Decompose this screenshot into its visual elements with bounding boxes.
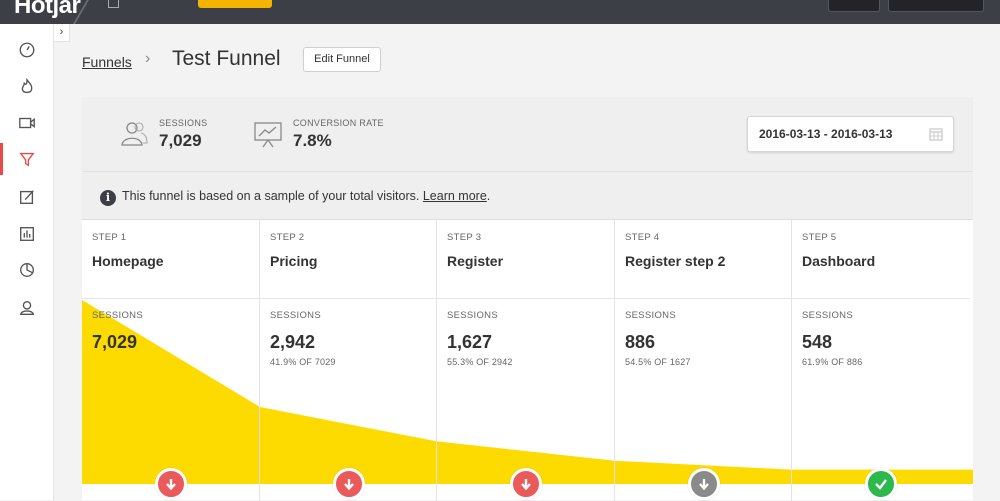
step-number: STEP 2 (270, 232, 305, 243)
arrow-down-icon[interactable] (332, 468, 365, 500)
conversion-label: CONVERSION RATE (293, 118, 384, 128)
sidebar-item-polls[interactable] (0, 252, 54, 288)
step-header: STEP 5 Dashboard (792, 220, 970, 299)
check-icon[interactable] (865, 468, 897, 500)
step-sessions-value: 548 (802, 332, 833, 352)
date-range-picker[interactable]: 2016-03-13 - 2016-03-13 (747, 116, 954, 152)
funnel-step[interactable]: STEP 2 Pricing SESSIONS 2,942 41.9% OF 7029 (260, 220, 437, 501)
arrow-down-icon[interactable] (155, 468, 187, 500)
edit-funnel-button[interactable]: Edit Funnel (303, 47, 381, 72)
sidebar-item-forms[interactable] (0, 179, 54, 215)
sample-notice: i This funnel is based on a sample of yo… (82, 171, 973, 219)
step-sessions-value: 1,627 (447, 332, 493, 352)
step-header: STEP 3 Register (437, 220, 614, 299)
step-sessions-value: 886 (625, 332, 656, 352)
date-range-text: 2016-03-13 - 2016-03-13 (759, 127, 893, 141)
step-sessions-label: SESSIONS (92, 310, 143, 321)
step-sessions-label: SESSIONS (625, 310, 676, 321)
site-selector[interactable] (108, 0, 125, 9)
stats-bar: SESSIONS 7,029 CONVERSION RATE 7.8% 2016… (82, 97, 973, 171)
presentation-chart-icon (254, 122, 282, 148)
funnel-steps: STEP 1 Homepage SESSIONS 7,029 STEP 2 Pricing… (82, 219, 973, 501)
step-name: Dashboard (802, 253, 876, 269)
arrow-down-icon[interactable] (510, 468, 542, 500)
step-number: STEP 3 (447, 232, 482, 243)
page-title: Test Funnel (172, 47, 281, 70)
dashboard-icon (19, 42, 35, 58)
step-sessions-value: 2,942 (270, 332, 316, 352)
conversion-value: 7.8% (293, 131, 332, 150)
step-name: Register step 2 (625, 253, 726, 269)
notice-text: This funnel is based on a sample of your… (122, 189, 490, 203)
users-icon (121, 122, 148, 146)
step-number: STEP 1 (92, 232, 127, 243)
step-header: STEP 2 Pricing (260, 220, 436, 299)
sidebar-item-dashboard[interactable] (0, 32, 54, 68)
sidebar-item-analytics[interactable] (0, 216, 54, 252)
sidebar (0, 24, 54, 500)
site-checkbox-icon (108, 0, 119, 9)
funnel-card: SESSIONS 7,029 CONVERSION RATE 7.8% 2016… (82, 97, 973, 501)
info-icon: i (100, 190, 116, 206)
polls-icon (20, 263, 34, 277)
recordings-icon (19, 117, 35, 129)
step-name: Homepage (92, 253, 164, 269)
heatmaps-icon (21, 78, 33, 94)
step-name: Register (447, 253, 504, 269)
chevron-right-icon: › (145, 50, 151, 67)
funnel-step[interactable]: STEP 5 Dashboard SESSIONS 548 61.9% OF 886 (792, 220, 970, 501)
sessions-value: 7,029 (159, 131, 202, 150)
step-conversion-pct: 54.5% OF 1627 (625, 357, 691, 367)
step-sessions-value: 7,029 (92, 332, 138, 352)
top-bar: Hotjar (0, 0, 1000, 24)
tracking-code-button[interactable] (888, 0, 984, 12)
step-conversion-pct: 55.3% OF 2942 (447, 357, 513, 367)
step-header: STEP 4 Register step 2 (615, 220, 791, 299)
breadcrumb-funnels-link[interactable]: Funnels (82, 54, 132, 70)
user-menu-button[interactable] (828, 0, 880, 12)
calendar-icon (929, 128, 943, 141)
sidebar-toggle-button[interactable]: › (54, 24, 70, 42)
sessions-label: SESSIONS (159, 118, 208, 128)
step-conversion-pct: 41.9% OF 7029 (270, 357, 336, 367)
sidebar-item-funnels[interactable] (0, 141, 54, 177)
notice-message: This funnel is based on a sample of your… (122, 189, 423, 203)
sidebar-item-recordings[interactable] (0, 105, 54, 141)
learn-more-link[interactable]: Learn more (423, 189, 487, 203)
funnel-step[interactable]: STEP 4 Register step 2 SESSIONS 886 54.5% OF… (615, 220, 792, 501)
forms-icon (20, 190, 34, 204)
step-number: STEP 4 (625, 232, 660, 243)
funnels-icon (19, 152, 35, 167)
step-header: STEP 1 Homepage (82, 220, 259, 299)
step-sessions-label: SESSIONS (447, 310, 498, 321)
step-number: STEP 5 (802, 232, 837, 243)
upgrade-button[interactable] (198, 0, 272, 8)
funnel-step[interactable]: STEP 3 Register SESSIONS 1,627 55.3% OF 2942 (437, 220, 615, 501)
funnel-step[interactable]: STEP 1 Homepage SESSIONS 7,029 (82, 220, 260, 501)
hotjar-logo[interactable]: Hotjar (14, 0, 81, 20)
notice-period: . (486, 189, 491, 203)
sidebar-item-heatmaps[interactable] (0, 69, 54, 105)
step-conversion-pct: 61.9% OF 886 (802, 357, 863, 367)
sidebar-item-recruiters[interactable] (0, 290, 54, 326)
analytics-icon (20, 227, 34, 241)
step-name: Pricing (270, 253, 318, 269)
arrow-down-icon[interactable] (687, 468, 720, 500)
step-sessions-label: SESSIONS (802, 310, 853, 321)
step-sessions-label: SESSIONS (270, 310, 321, 321)
recruiters-icon (19, 301, 35, 315)
